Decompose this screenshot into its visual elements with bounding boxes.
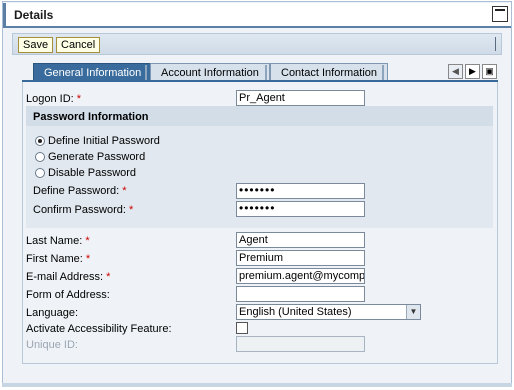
collapse-icon[interactable]	[492, 6, 508, 22]
first-name-label: First Name: *	[26, 253, 91, 265]
tab-contact-information[interactable]: Contact Information	[270, 63, 388, 81]
tab-general-information[interactable]: General Information	[33, 63, 153, 81]
logon-id-label: Logon ID: *	[26, 93, 82, 105]
email-label: E-mail Address: *	[26, 271, 111, 283]
form-of-address-field[interactable]	[236, 286, 365, 302]
form-of-address-label: Form of Address:	[26, 289, 110, 301]
language-label: Language:	[26, 307, 78, 319]
language-selected-value: English (United States)	[239, 306, 352, 318]
chevron-down-icon[interactable]: ▼	[406, 305, 420, 319]
tab-separator	[265, 65, 267, 81]
language-select[interactable]: English (United States) ▼	[236, 304, 421, 320]
logon-id-field[interactable]: Pr_Agent	[236, 90, 365, 106]
bottom-border	[2, 383, 512, 387]
password-group-title: Password Information	[33, 111, 149, 123]
save-button[interactable]: Save	[18, 37, 54, 53]
page-title: Details	[14, 8, 54, 22]
toolbar: Save Cancel	[12, 33, 502, 55]
accessibility-label: Activate Accessibility Feature:	[26, 323, 172, 335]
unique-id-label: Unique ID:	[26, 339, 78, 351]
tab-scroll-left-icon[interactable]: ◀	[448, 64, 463, 79]
details-header: Details	[3, 3, 511, 28]
last-name-label: Last Name: *	[26, 235, 90, 247]
radio-label-generate: Generate Password	[48, 151, 146, 163]
tab-list-icon[interactable]: ▣	[482, 64, 497, 79]
define-password-field[interactable]: •••••••	[236, 183, 365, 199]
radio-define-initial-password[interactable]	[35, 136, 45, 146]
confirm-password-field[interactable]: •••••••	[236, 201, 365, 217]
radio-label-disable: Disable Password	[48, 167, 137, 179]
radio-generate-password[interactable]	[35, 152, 45, 162]
tab-scroll-right-icon[interactable]: ▶	[465, 64, 480, 79]
accessibility-checkbox[interactable]	[236, 322, 248, 334]
email-field[interactable]: premium.agent@mycompa	[236, 268, 365, 284]
cancel-button[interactable]: Cancel	[56, 37, 101, 53]
radio-label-define-initial: Define Initial Password	[48, 135, 160, 147]
unique-id-field	[236, 336, 365, 352]
confirm-password-label: Confirm Password: *	[33, 204, 134, 216]
tab-account-information[interactable]: Account Information	[150, 63, 270, 81]
last-name-field[interactable]: Agent	[236, 232, 365, 248]
first-name-field[interactable]: Premium	[236, 250, 365, 266]
define-password-label: Define Password: *	[33, 185, 127, 197]
tab-separator	[382, 65, 384, 81]
toolbar-separator	[495, 37, 496, 51]
radio-disable-password[interactable]	[35, 168, 45, 178]
header-accent	[3, 3, 6, 28]
tab-separator	[145, 65, 147, 81]
